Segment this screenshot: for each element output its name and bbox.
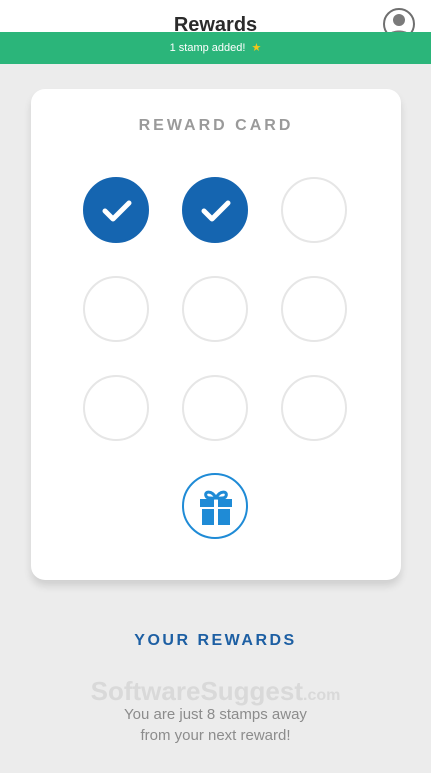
stamp-8 [182, 375, 248, 441]
watermark-logo: SoftwareSuggest.com [0, 676, 431, 707]
stamp-added-toast: 1 stamp added! ★ [0, 32, 431, 64]
stamp-4 [83, 276, 149, 342]
rewards-message-line-2: from your next reward! [140, 727, 291, 744]
checkmark-icon [102, 200, 132, 222]
stamp-2 [182, 177, 248, 243]
stamp-5 [182, 276, 248, 342]
gift-icon [200, 490, 232, 525]
rewards-message-line-1: You are just 8 stamps away [124, 706, 307, 723]
toast-message: 1 stamp added! [169, 42, 246, 54]
stamp-9 [281, 375, 347, 441]
reward-card-title: REWARD CARD [138, 117, 294, 134]
app-header: Rewards [0, 0, 431, 40]
stamp-6 [281, 276, 347, 342]
star-icon: ★ [251, 42, 262, 54]
rewards-progress-message: You are just 8 stamps away from your nex… [0, 704, 431, 746]
stamp-3 [281, 177, 347, 243]
your-rewards-title: YOUR REWARDS [134, 632, 297, 649]
stamp-1 [83, 177, 149, 243]
reward-card: REWARD CARD [31, 89, 401, 580]
watermark-brand: SoftwareSuggest [90, 676, 304, 706]
watermark-suffix: .com [303, 687, 341, 704]
stamp-7 [83, 375, 149, 441]
reward-gift-button[interactable] [182, 473, 248, 539]
checkmark-icon [201, 200, 231, 222]
